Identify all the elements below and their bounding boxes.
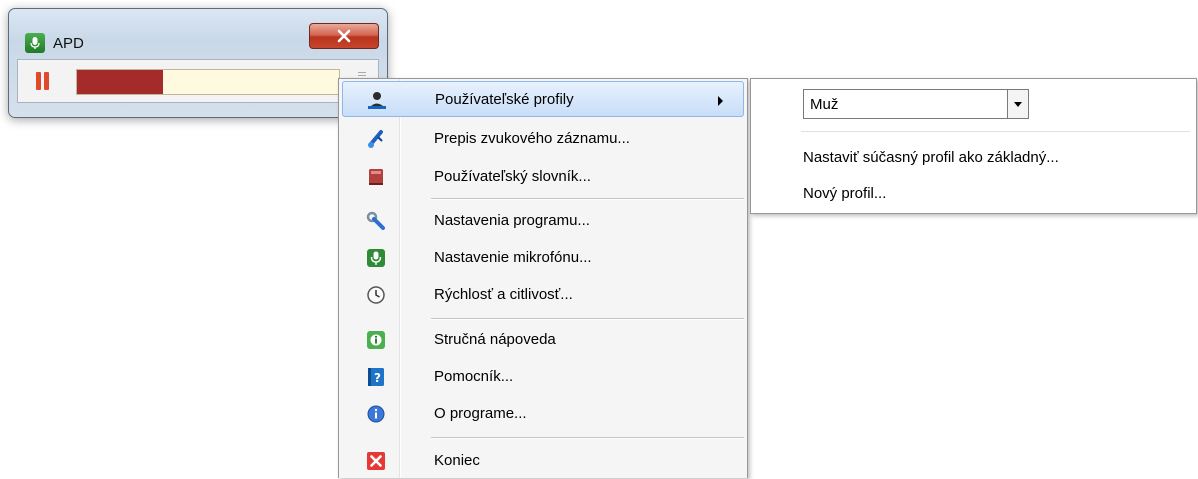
- menu-item-label: Pomocník...: [434, 368, 514, 385]
- menu-item-label: Nastavenie mikrofónu...: [434, 249, 592, 266]
- audio-level-fill: [77, 70, 164, 94]
- menu-item-label: Používateľský slovník...: [434, 168, 591, 185]
- close-icon: [337, 29, 351, 43]
- quick-help-icon: [366, 330, 386, 350]
- audio-level-meter: [76, 69, 340, 95]
- menu-item-label: Používateľské profily: [435, 91, 574, 108]
- menu-item-speed-sensitivity[interactable]: Rýchlosť a citlivosť...: [342, 277, 744, 313]
- dictionary-icon: [366, 167, 386, 187]
- profile-select[interactable]: Muž: [803, 89, 1029, 119]
- wrench-icon: [366, 211, 386, 231]
- menu-item-program-settings[interactable]: Nastavenia programu...: [342, 203, 744, 239]
- submenu-item-set-default-profile[interactable]: Nastaviť súčasný profil ako základný...: [803, 149, 1059, 166]
- menu-item-label: Koniec: [434, 452, 480, 469]
- user-profiles-icon: [367, 90, 387, 110]
- info-icon: [366, 404, 386, 424]
- menu-item-user-profiles[interactable]: Používateľské profily: [342, 81, 744, 117]
- menu-item-label: Stručná nápoveda: [434, 331, 556, 348]
- profile-select-value: Muž: [810, 96, 839, 113]
- menu-separator: [431, 198, 744, 200]
- menu-item-helper[interactable]: ? Pomocník...: [342, 359, 744, 395]
- menu-item-exit[interactable]: Koniec: [342, 443, 744, 479]
- submenu-arrow-icon: [718, 96, 723, 106]
- chevron-down-icon[interactable]: [1007, 90, 1028, 118]
- menu-item-label: Nastavenia programu...: [434, 212, 590, 229]
- submenu-separator: [801, 131, 1190, 132]
- submenu-item-new-profile[interactable]: Nový profil...: [803, 185, 886, 202]
- menu-item-label: O programe...: [434, 405, 527, 422]
- menu-item-transcribe-audio[interactable]: Prepis zvukového záznamu...: [342, 121, 744, 157]
- pause-icon[interactable]: [36, 72, 50, 90]
- menu-item-user-dictionary[interactable]: Používateľský slovník...: [342, 159, 744, 195]
- title-bar[interactable]: APD: [9, 9, 387, 55]
- transcribe-audio-icon: [366, 129, 386, 149]
- menu-item-quick-help[interactable]: Stručná nápoveda: [342, 322, 744, 358]
- menu-separator: [431, 318, 744, 320]
- exit-icon: [366, 451, 386, 471]
- menu-item-label: Rýchlosť a citlivosť...: [434, 286, 573, 303]
- context-menu: Používateľské profily Prepis zvukového z…: [338, 78, 748, 478]
- menu-separator: [431, 437, 744, 439]
- menu-item-microphone-settings[interactable]: Nastavenie mikrofónu...: [342, 240, 744, 276]
- menu-item-about[interactable]: O programe...: [342, 396, 744, 432]
- close-button[interactable]: [309, 23, 379, 49]
- user-profiles-submenu: Muž Nastaviť súčasný profil ako základný…: [750, 78, 1197, 214]
- app-microphone-icon: [25, 33, 45, 53]
- help-book-icon: ?: [366, 367, 386, 387]
- svg-text:?: ?: [374, 371, 381, 385]
- window-body: [17, 59, 379, 103]
- window-title: APD: [53, 35, 84, 52]
- menu-item-label: Prepis zvukového záznamu...: [434, 130, 630, 147]
- microphone-icon: [366, 248, 386, 268]
- apd-window[interactable]: APD: [8, 8, 388, 118]
- clock-icon: [366, 285, 386, 305]
